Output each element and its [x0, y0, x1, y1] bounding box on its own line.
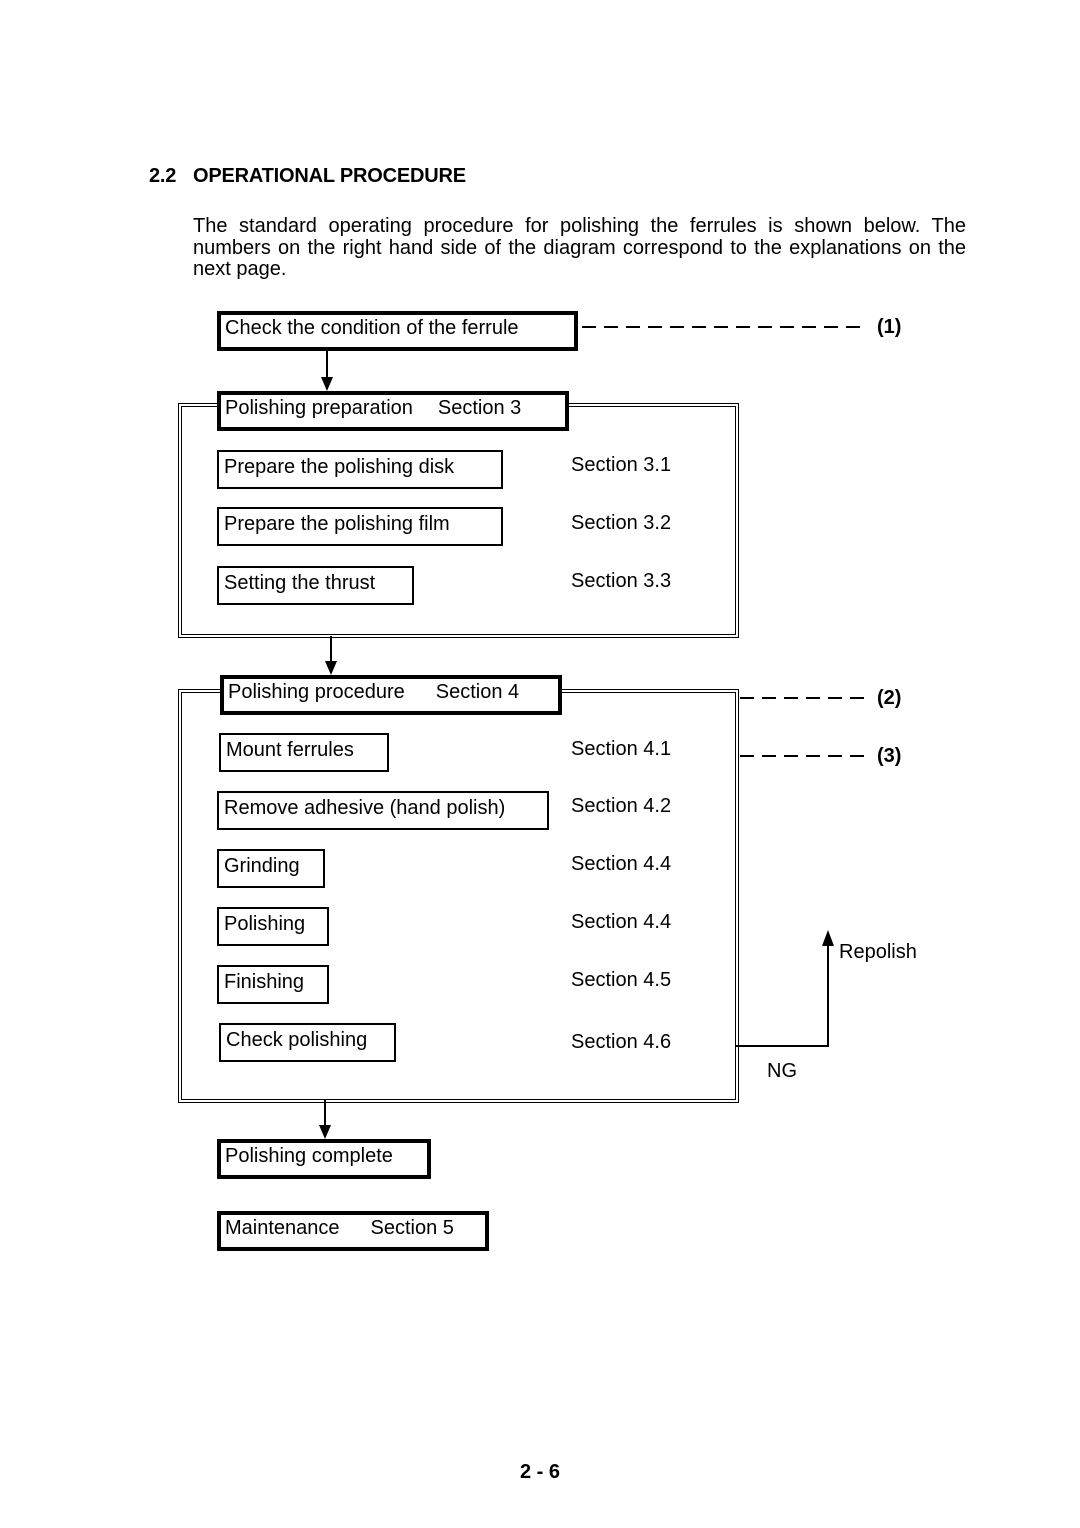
polishing-complete-label: Polishing complete: [225, 1145, 393, 1167]
section-ref: Section 4.2: [571, 795, 672, 817]
step-label: Mount ferrules: [226, 739, 354, 761]
step-label: Remove adhesive (hand polish): [224, 797, 506, 819]
step-label: Prepare the polishing film: [224, 513, 450, 535]
step-polishing: Polishing: [217, 907, 329, 946]
step-label: Grinding: [224, 855, 300, 877]
arrowhead-2: [325, 661, 337, 675]
step-prepare-disk: Prepare the polishing disk: [217, 450, 503, 489]
step-setting-thrust: Setting the thrust: [217, 566, 414, 605]
procedure-header: Polishing procedure Section 4: [220, 675, 562, 715]
procedure-section: Section 4: [435, 681, 520, 703]
ng-label: NG: [767, 1060, 797, 1082]
reference-marker-3: (3): [877, 745, 902, 767]
step-finishing: Finishing: [217, 965, 329, 1004]
step-label: Setting the thrust: [224, 572, 376, 594]
section-ref: Section 3.1: [571, 454, 672, 476]
step-label: Prepare the polishing disk: [224, 456, 455, 478]
ng-repolish-loop: [735, 944, 829, 1047]
page-number: 2 - 6: [519, 1461, 561, 1483]
repolish-label: Repolish: [839, 941, 917, 963]
step-label: Finishing: [224, 971, 305, 993]
preparation-title: Polishing preparation: [225, 397, 413, 419]
step-maintenance: Maintenance Section 5: [217, 1211, 489, 1251]
section-ref: Section 4.4: [571, 911, 672, 933]
maintenance-title: Maintenance: [225, 1217, 340, 1239]
section-ref: Section 4.4: [571, 853, 672, 875]
section-ref: Section 3.2: [571, 512, 672, 534]
preparation-header: Polishing preparation Section 3: [217, 391, 569, 431]
preparation-section: Section 3: [437, 397, 522, 419]
step-check-polishing: Check polishing: [219, 1023, 396, 1062]
procedure-title: Polishing procedure: [228, 681, 405, 703]
section-ref: Section 4.6: [571, 1031, 672, 1053]
step-mount-ferrules: Mount ferrules: [219, 733, 389, 772]
arrowhead-repolish: [822, 930, 834, 946]
step-check-condition: Check the condition of the ferrule: [217, 311, 578, 351]
maintenance-section: Section 5: [370, 1217, 454, 1239]
step-check-condition-label: Check the condition of the ferrule: [225, 317, 519, 339]
section-ref: Section 4.5: [571, 969, 672, 991]
step-label: Polishing: [224, 913, 306, 935]
section-ref: Section 4.1: [571, 738, 672, 760]
step-remove-adhesive: Remove adhesive (hand polish): [217, 791, 549, 830]
reference-marker-2: (2): [877, 687, 902, 709]
reference-marker-1: (1): [877, 316, 902, 338]
step-label: Check polishing: [226, 1029, 368, 1051]
step-grinding: Grinding: [217, 849, 325, 888]
arrowhead-3: [319, 1125, 331, 1139]
section-ref: Section 3.3: [571, 570, 672, 592]
step-prepare-film: Prepare the polishing film: [217, 507, 503, 546]
step-polishing-complete: Polishing complete: [217, 1139, 431, 1179]
arrowhead-1: [321, 377, 333, 391]
